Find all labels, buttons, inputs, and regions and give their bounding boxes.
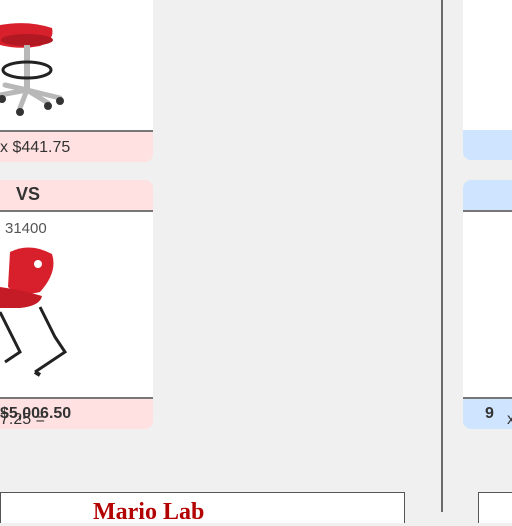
price-line: x $441.75 [0,139,71,156]
comparison-header: VS [0,180,153,212]
logo-text: Mario Lab [93,499,205,525]
logo-panel[interactable]: Mario Lab [0,492,405,525]
times-symbol: x [507,411,512,428]
column-divider [441,0,443,512]
price-line: 7.25 = $5,006.50 [0,405,71,428]
price-bar: x $441.75 [0,130,153,162]
product-image-panel[interactable]: 31400 [0,212,153,397]
stool-chair-icon [0,23,64,116]
price-bar: 7.25 = $5,006.50 [0,397,153,429]
comparison-label: VS [16,184,41,204]
product-image-panel[interactable] [0,0,153,130]
sled-chair-icon [0,247,68,377]
price-bar [463,130,512,160]
product-image-panel[interactable] [463,212,512,397]
price-bar: 9 x [463,397,512,429]
comparison-header [463,180,512,212]
product-image-panel[interactable] [463,0,512,130]
logo-panel[interactable] [478,492,512,523]
price-prefix: 7.25 = [0,411,45,428]
quantity: 9 [485,405,494,422]
quantity-line: 9 x [485,405,512,428]
